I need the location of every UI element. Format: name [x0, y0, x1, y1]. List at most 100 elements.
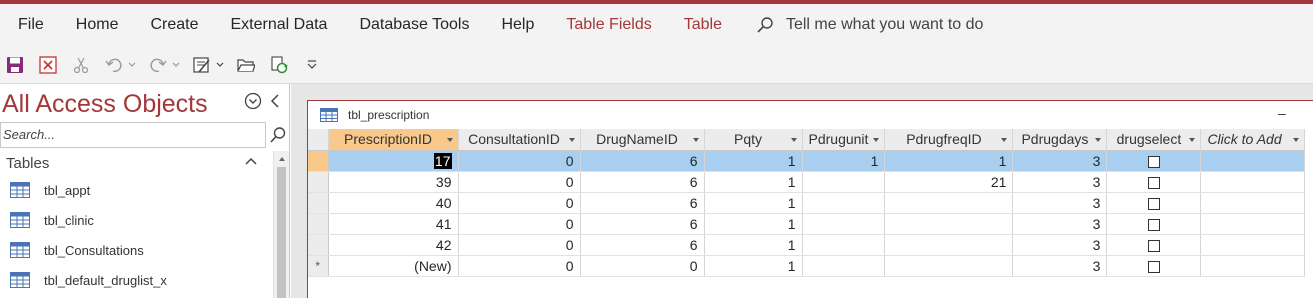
cell-consultationid[interactable]: 0 — [458, 255, 581, 277]
view-icon[interactable] — [191, 54, 213, 76]
tab-table[interactable]: Table — [668, 4, 738, 46]
nav-item-tbl-consultations[interactable]: tbl_Consultations — [0, 235, 272, 265]
cell-drugselect[interactable] — [1106, 255, 1202, 277]
drugselect-checkbox[interactable] — [1147, 155, 1160, 168]
cell-pdrugdays[interactable]: 3 — [1012, 171, 1108, 193]
sort-filter-dropdown-icon[interactable] — [1095, 138, 1102, 142]
cell-drugnameid[interactable]: 0 — [580, 255, 705, 277]
cell-click-to-add[interactable] — [1200, 234, 1306, 256]
shutter-bar-collapse-icon[interactable] — [268, 92, 282, 110]
tab-file[interactable]: File — [0, 4, 60, 46]
cell-click-to-add[interactable] — [1200, 192, 1306, 214]
nav-item-tbl-clinic[interactable]: tbl_clinic — [0, 205, 272, 235]
cell-consultationid[interactable]: 0 — [458, 234, 581, 256]
nav-scrollbar[interactable] — [273, 151, 289, 298]
cell-prescriptionid[interactable]: 41 — [328, 213, 459, 235]
sort-filter-dropdown-icon[interactable] — [446, 138, 453, 142]
cell-drugnameid[interactable]: 6 — [580, 171, 705, 193]
tab-help[interactable]: Help — [485, 4, 550, 46]
redo-icon[interactable] — [147, 54, 169, 76]
record-selector[interactable] — [308, 171, 329, 193]
sort-filter-dropdown-icon[interactable] — [568, 138, 575, 142]
cell-drugselect[interactable] — [1106, 192, 1202, 214]
new-record-row[interactable]: * (New) 0 0 1 3 — [308, 255, 1306, 277]
select-all-cell[interactable] — [308, 129, 329, 151]
open-folder-icon[interactable] — [235, 54, 257, 76]
cell-prescriptionid[interactable]: 40 — [328, 192, 459, 214]
new-record-marker[interactable]: * — [308, 255, 329, 277]
sort-filter-dropdown-icon[interactable] — [1001, 138, 1008, 142]
table-row[interactable]: 17 0 6 1 1 1 3 — [308, 150, 1306, 172]
cell-pqty[interactable]: 1 — [704, 213, 803, 235]
cell-drugnameid[interactable]: 6 — [580, 192, 705, 214]
save-icon[interactable] — [4, 54, 26, 76]
column-header[interactable]: Pdrugdays — [1012, 129, 1108, 151]
cut-icon[interactable] — [70, 54, 92, 76]
cell-pdrugfreqid[interactable] — [884, 192, 1014, 214]
tab-external-data[interactable]: External Data — [215, 4, 344, 46]
refresh-icon[interactable] — [268, 54, 290, 76]
nav-search-input[interactable]: Search... — [0, 122, 266, 148]
cell-pdrugunit[interactable] — [802, 213, 886, 235]
search-icon[interactable] — [266, 122, 290, 148]
cell-prescriptionid[interactable]: (New) — [328, 255, 459, 277]
cell-prescriptionid[interactable]: 17 — [328, 150, 459, 172]
cell-pdrugdays[interactable]: 3 — [1012, 192, 1108, 214]
cell-pdrugunit[interactable] — [802, 192, 886, 214]
cell-pdrugfreqid[interactable] — [884, 234, 1014, 256]
cell-drugnameid[interactable]: 6 — [580, 213, 705, 235]
column-header[interactable]: drugselect — [1106, 129, 1202, 151]
click-to-add-header[interactable]: Click to Add — [1200, 129, 1306, 151]
column-header[interactable]: Pdrugunit — [802, 129, 886, 151]
customize-qat-icon[interactable] — [301, 54, 323, 76]
cell-consultationid[interactable]: 0 — [458, 192, 581, 214]
cell-drugselect[interactable] — [1106, 171, 1202, 193]
tab-home[interactable]: Home — [60, 4, 135, 46]
cell-pdrugunit[interactable] — [802, 234, 886, 256]
redo-dropdown-icon[interactable] — [171, 54, 181, 76]
cell-pdrugfreqid[interactable]: 21 — [884, 171, 1014, 193]
sort-filter-dropdown-icon[interactable] — [873, 138, 880, 142]
cell-pdrugdays[interactable]: 3 — [1012, 150, 1108, 172]
table-row[interactable]: 40 0 6 1 3 — [308, 192, 1306, 214]
sort-filter-dropdown-icon[interactable] — [1189, 138, 1196, 142]
tab-create[interactable]: Create — [134, 4, 214, 46]
cell-consultationid[interactable]: 0 — [458, 171, 581, 193]
record-selector[interactable] — [308, 213, 329, 235]
drugselect-checkbox[interactable] — [1147, 176, 1160, 189]
table-row[interactable]: 39 0 6 1 21 3 — [308, 171, 1306, 193]
record-selector[interactable] — [308, 234, 329, 256]
scroll-up-arrow-icon[interactable] — [274, 153, 290, 165]
cell-click-to-add[interactable] — [1200, 171, 1306, 193]
cell-pqty[interactable]: 1 — [704, 192, 803, 214]
nav-scroll-thumb[interactable] — [277, 167, 286, 298]
sort-filter-dropdown-icon[interactable] — [790, 138, 797, 142]
cell-pdrugdays[interactable]: 3 — [1012, 213, 1108, 235]
cell-drugselect[interactable] — [1106, 234, 1202, 256]
tell-me-box[interactable]: Tell me what you want to do — [756, 4, 983, 46]
cell-pdrugfreqid[interactable]: 1 — [884, 150, 1014, 172]
column-header[interactable]: Pqty — [704, 129, 803, 151]
nav-item-tbl-default-druglist-x[interactable]: tbl_default_druglist_x — [0, 265, 272, 295]
undo-dropdown-icon[interactable] — [127, 54, 137, 76]
drugselect-checkbox[interactable] — [1147, 218, 1160, 231]
document-tab[interactable]: tbl_prescription – — [308, 101, 1313, 129]
cell-pdrugunit[interactable]: 1 — [802, 150, 886, 172]
nav-item-tbl-appt[interactable]: tbl_appt — [0, 175, 272, 205]
cell-consultationid[interactable]: 0 — [458, 150, 581, 172]
view-dropdown-icon[interactable] — [215, 54, 225, 76]
undo-icon[interactable] — [103, 54, 125, 76]
cell-prescriptionid[interactable]: 42 — [328, 234, 459, 256]
column-header[interactable]: PdrugfreqID — [884, 129, 1014, 151]
drugselect-checkbox[interactable] — [1147, 197, 1160, 210]
sort-filter-dropdown-icon[interactable] — [692, 138, 699, 142]
nav-pane-title[interactable]: All Access Objects — [2, 90, 208, 119]
cell-pqty[interactable]: 1 — [704, 255, 803, 277]
cell-pqty[interactable]: 1 — [704, 150, 803, 172]
cell-drugnameid[interactable]: 6 — [580, 234, 705, 256]
cell-pdrugunit[interactable] — [802, 255, 886, 277]
cell-pdrugdays[interactable]: 3 — [1012, 234, 1108, 256]
cell-click-to-add[interactable] — [1200, 255, 1306, 277]
cell-click-to-add[interactable] — [1200, 213, 1306, 235]
nav-group-tables[interactable]: Tables — [0, 151, 272, 175]
